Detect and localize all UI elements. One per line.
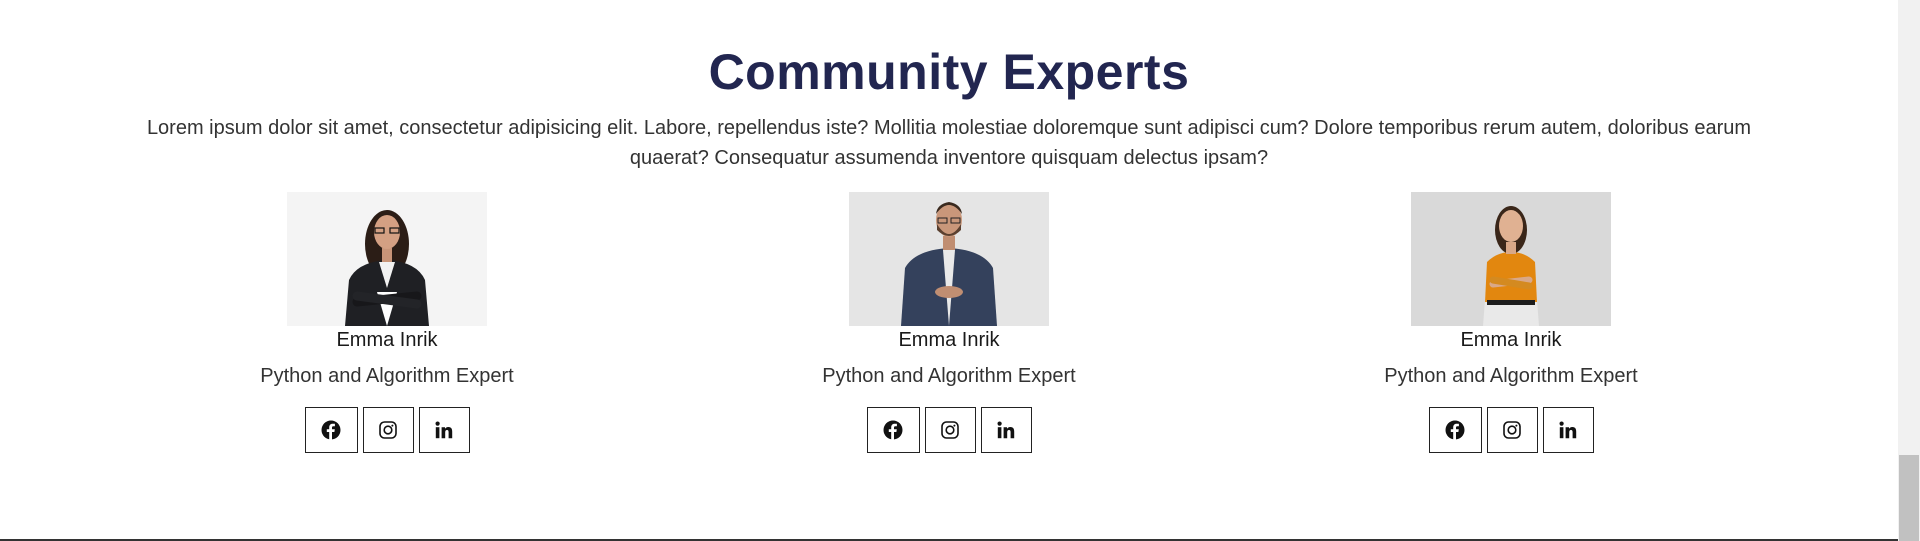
expert-photo [1411, 192, 1611, 326]
linkedin-icon [1559, 421, 1577, 439]
linkedin-icon [435, 421, 453, 439]
linkedin-icon [997, 421, 1015, 439]
expert-name: Emma Inrik [898, 329, 1000, 351]
expert-role: Python and Algorithm Expert [260, 365, 514, 387]
scrollbar-thumb[interactable] [1899, 455, 1919, 541]
linkedin-button[interactable] [418, 407, 470, 453]
social-links [197, 407, 577, 453]
facebook-button[interactable] [866, 407, 920, 453]
facebook-icon [321, 420, 341, 440]
instagram-button[interactable] [362, 407, 414, 453]
expert-role: Python and Algorithm Expert [822, 365, 1076, 387]
instagram-button[interactable] [1486, 407, 1538, 453]
community-experts-section: Community Experts Lorem ipsum dolor sit … [0, 0, 1898, 541]
instagram-icon [379, 421, 397, 439]
instagram-button[interactable] [924, 407, 976, 453]
facebook-button[interactable] [1428, 407, 1482, 453]
social-links [1321, 407, 1701, 453]
expert-name: Emma Inrik [336, 329, 438, 351]
expert-name: Emma Inrik [1460, 329, 1562, 351]
instagram-icon [1503, 421, 1521, 439]
vertical-scrollbar[interactable] [1898, 0, 1920, 541]
expert-photo [287, 192, 487, 326]
facebook-icon [1445, 420, 1465, 440]
linkedin-button[interactable] [1542, 407, 1594, 453]
social-links [759, 407, 1139, 453]
expert-card: Emma Inrik Python and Algorithm Expert [197, 192, 577, 453]
section-intro: Lorem ipsum dolor sit amet, consectetur … [146, 117, 1752, 169]
facebook-icon [883, 420, 903, 440]
section-title: Community Experts [708, 44, 1190, 100]
facebook-button[interactable] [304, 407, 358, 453]
linkedin-button[interactable] [980, 407, 1032, 453]
expert-card: Emma Inrik Python and Algorithm Expert [1321, 192, 1701, 453]
expert-photo [849, 192, 1049, 326]
expert-role: Python and Algorithm Expert [1384, 365, 1638, 387]
expert-card: Emma Inrik Python and Algorithm Expert [759, 192, 1139, 453]
instagram-icon [941, 421, 959, 439]
